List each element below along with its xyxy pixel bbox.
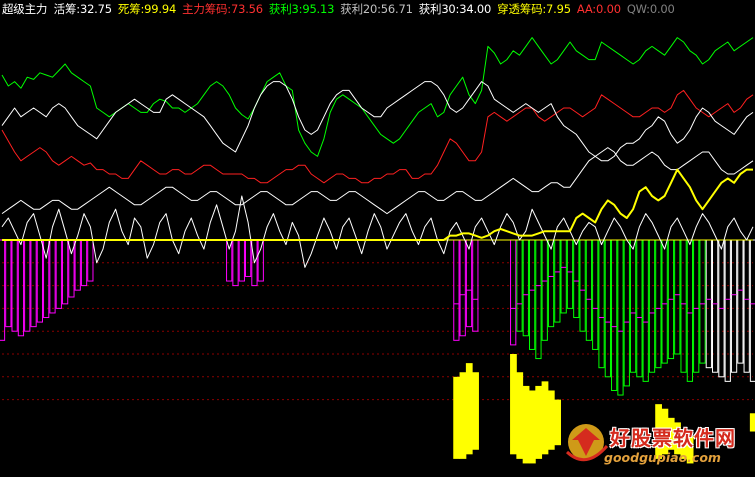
indicator-label: 穿透筹码: <box>497 2 547 16</box>
yellow-block <box>516 372 524 459</box>
histogram-bar <box>585 239 593 341</box>
histogram-bar <box>257 239 264 282</box>
chart-area[interactable] <box>0 0 755 474</box>
histogram-bar <box>74 239 81 291</box>
histogram-bar <box>623 239 630 387</box>
histogram-bar <box>510 239 517 346</box>
chart-canvas[interactable] <box>0 0 755 474</box>
histogram-bar <box>598 239 605 369</box>
yellow-block <box>510 354 517 455</box>
histogram-bar <box>592 239 599 350</box>
yellow-block <box>528 390 536 464</box>
histogram-bar <box>5 239 12 328</box>
histogram-bar <box>30 239 37 328</box>
histogram-bar <box>554 239 561 323</box>
indicator-value: 56.71 <box>380 2 413 16</box>
histogram-bar <box>648 239 656 373</box>
indicator-label: 死筹: <box>117 2 145 16</box>
histogram-bar <box>522 239 529 337</box>
histogram-bar <box>238 239 245 282</box>
histogram-bar <box>87 239 94 282</box>
histogram-bar <box>743 239 750 373</box>
yellow-block <box>535 385 543 459</box>
histogram-bar <box>528 239 536 350</box>
indicator-value: 95.13 <box>302 2 335 16</box>
indicator-readout-0: 活筹:32.75 <box>54 2 115 16</box>
indicator-label: 主力筹码: <box>182 2 231 16</box>
histogram-bar <box>36 239 43 323</box>
histogram-bar <box>459 239 466 337</box>
indicator-readout-6: 穿透筹码:7.95 <box>497 2 574 16</box>
indicator-value: 34.00 <box>459 2 492 16</box>
indicator-value: 7.95 <box>546 2 571 16</box>
watermark-url: goodgupiao.com <box>604 450 721 465</box>
histogram-bar <box>629 239 637 373</box>
histogram-bar <box>655 239 662 369</box>
histogram-bar <box>712 239 719 373</box>
indicator-label: AA: <box>576 2 596 16</box>
histogram-bar <box>226 239 233 282</box>
indicator-label: 获利30: <box>418 2 460 16</box>
series-line-5 <box>2 168 753 241</box>
yellow-block <box>522 385 530 464</box>
histogram-bar <box>680 239 687 373</box>
histogram-bar <box>661 239 668 364</box>
yellow-block <box>453 376 461 459</box>
histogram-bar <box>686 239 694 382</box>
histogram-bar <box>55 239 62 309</box>
histogram-bar <box>17 239 25 337</box>
indicator-label: 获利3: <box>268 2 303 16</box>
histogram-bar <box>737 239 744 364</box>
histogram-bar <box>573 239 580 319</box>
indicator-readout-8: QW:0.00 <box>627 2 678 16</box>
histogram-bar <box>465 239 473 328</box>
series-line-2 <box>1 81 754 162</box>
indicator-value: 99.94 <box>144 2 177 16</box>
site-watermark: 好股票软件网 goodgupiao.com <box>562 416 754 472</box>
histogram-bar <box>749 239 755 382</box>
histogram-bar <box>547 239 555 328</box>
histogram-bar <box>453 239 460 341</box>
indicator-header: 超级主力 活筹:32.75 死筹:99.94 主力筹码:73.56 获利3:95.13… <box>2 1 684 17</box>
indicator-readout-4: 获利20:56.71 <box>340 2 415 16</box>
histogram-bar <box>705 239 712 369</box>
yellow-block <box>547 390 555 450</box>
histogram-bar <box>674 239 681 355</box>
yellow-block <box>459 372 467 459</box>
series-line-3 <box>1 147 754 215</box>
indicator-label: 活筹: <box>53 2 80 16</box>
histogram-bar <box>693 239 700 373</box>
yellow-block <box>554 399 561 446</box>
histogram-bar <box>535 239 542 360</box>
histogram-bar <box>244 239 252 277</box>
histogram-bar <box>0 239 6 341</box>
histogram-bar <box>642 239 649 382</box>
indicator-label: 获利20: <box>340 2 381 16</box>
histogram-bar <box>730 239 738 373</box>
indicator-value: 0.00 <box>596 2 621 16</box>
indicator-title: 超级主力 <box>2 2 48 16</box>
histogram-bar <box>566 239 574 309</box>
indicator-readout-1: 死筹:99.94 <box>118 2 179 16</box>
series-line-0 <box>1 37 754 157</box>
indicator-readout-3: 获利3:95.13 <box>269 2 337 16</box>
indicator-readout-7: AA:0.00 <box>577 2 624 16</box>
indicator-label: QW: <box>626 2 650 16</box>
indicator-readout-5: 获利30:34.00 <box>419 2 494 16</box>
watermark-title: 好股票软件网 <box>610 426 736 450</box>
histogram-bar <box>61 239 69 305</box>
yellow-block <box>541 381 549 455</box>
indicator-value: 73.56 <box>230 2 263 16</box>
histogram-bar <box>49 239 56 314</box>
indicator-readout-2: 主力筹码:73.56 <box>182 2 266 16</box>
yellow-block <box>465 363 473 455</box>
indicator-value: 0.00 <box>649 2 675 16</box>
histogram-bar <box>699 239 706 364</box>
histogram-bar <box>541 239 548 341</box>
histogram-bar <box>560 239 567 314</box>
indicator-value: 32.75 <box>79 2 112 16</box>
series-line-1 <box>1 89 754 184</box>
histogram-bar <box>724 239 731 382</box>
yellow-block <box>472 372 479 450</box>
